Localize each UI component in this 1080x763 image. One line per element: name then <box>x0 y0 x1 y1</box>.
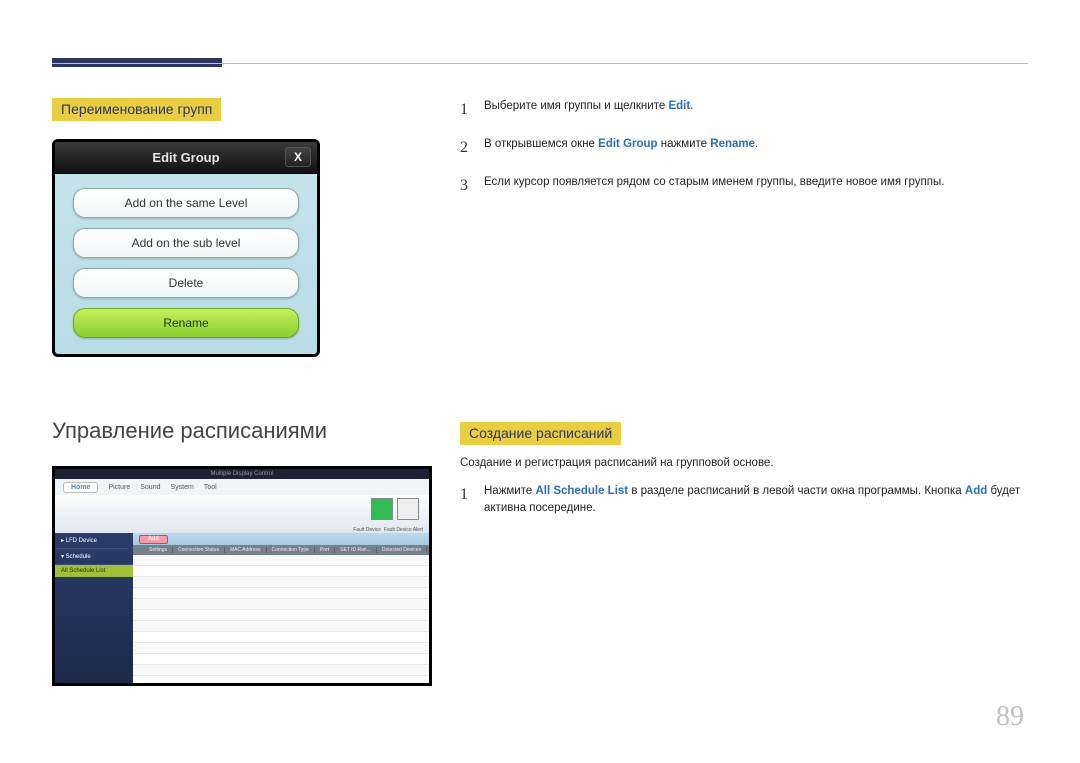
mdc-column-headers: Settings Connection Status MAC Address C… <box>133 545 429 555</box>
mdc-sidebar: ▸ LFD Device ▾ Schedule All Schedule Lis… <box>55 533 133 686</box>
dialog-header: Edit Group X <box>55 142 317 174</box>
mdc-screenshot: Multiple Display Control Home Picture So… <box>52 466 432 686</box>
dialog-title: Edit Group <box>152 150 219 165</box>
edit-group-dialog: Edit Group X Add on the same Level Add o… <box>52 139 320 357</box>
mdc-window-title: Multiple Display Control <box>55 469 429 479</box>
mdc-toolbar: Add <box>133 533 429 545</box>
mdc-menu-home[interactable]: Home <box>63 482 98 493</box>
heading-schedule-management: Управление расписаниями <box>52 418 432 444</box>
mdc-menu-tool[interactable]: Tool <box>204 484 217 491</box>
delete-button[interactable]: Delete <box>73 268 299 298</box>
mdc-menu-sound[interactable]: Sound <box>140 484 160 491</box>
close-icon[interactable]: X <box>285 147 311 167</box>
add-sub-level-button[interactable]: Add on the sub level <box>73 228 299 258</box>
sidebar-item-all-schedule[interactable]: All Schedule List <box>55 565 133 577</box>
step-3: 3 Если курсор появляется рядом со старым… <box>460 174 1028 198</box>
heading-create-schedules: Создание расписаний <box>460 422 621 445</box>
step-number: 1 <box>460 483 484 507</box>
mdc-grid <box>133 555 429 686</box>
page-number: 89 <box>996 701 1024 733</box>
step-2: 2 В открывшемся окне Edit Group нажмите … <box>460 136 1028 160</box>
step-1: 1 Выберите имя группы и щелкните Edit. <box>460 98 1028 122</box>
mdc-menu-system[interactable]: System <box>171 484 194 491</box>
step-1: 1 Нажмите All Schedule List в разделе ра… <box>460 483 1028 518</box>
mdc-menu-picture[interactable]: Picture <box>108 484 130 491</box>
heading-rename-groups: Переименование групп <box>52 98 221 121</box>
step-number: 1 <box>460 98 484 122</box>
sidebar-item-schedule[interactable]: ▾ Schedule <box>55 549 133 565</box>
step-number: 3 <box>460 174 484 198</box>
mdc-menu-bar: Home Picture Sound System Tool <box>55 479 429 495</box>
fault-device-alert-icon[interactable] <box>397 498 419 520</box>
fault-device-icon[interactable] <box>371 498 393 520</box>
sidebar-item-lfd[interactable]: ▸ LFD Device <box>55 533 133 549</box>
header-rule <box>52 63 1028 64</box>
add-same-level-button[interactable]: Add on the same Level <box>73 188 299 218</box>
body-text: Создание и регистрация расписаний на гру… <box>460 457 1028 469</box>
step-number: 2 <box>460 136 484 160</box>
mdc-ribbon: Fault Device Fault Device Alert <box>55 495 429 533</box>
rename-button[interactable]: Rename <box>73 308 299 338</box>
add-button[interactable]: Add <box>139 535 168 544</box>
